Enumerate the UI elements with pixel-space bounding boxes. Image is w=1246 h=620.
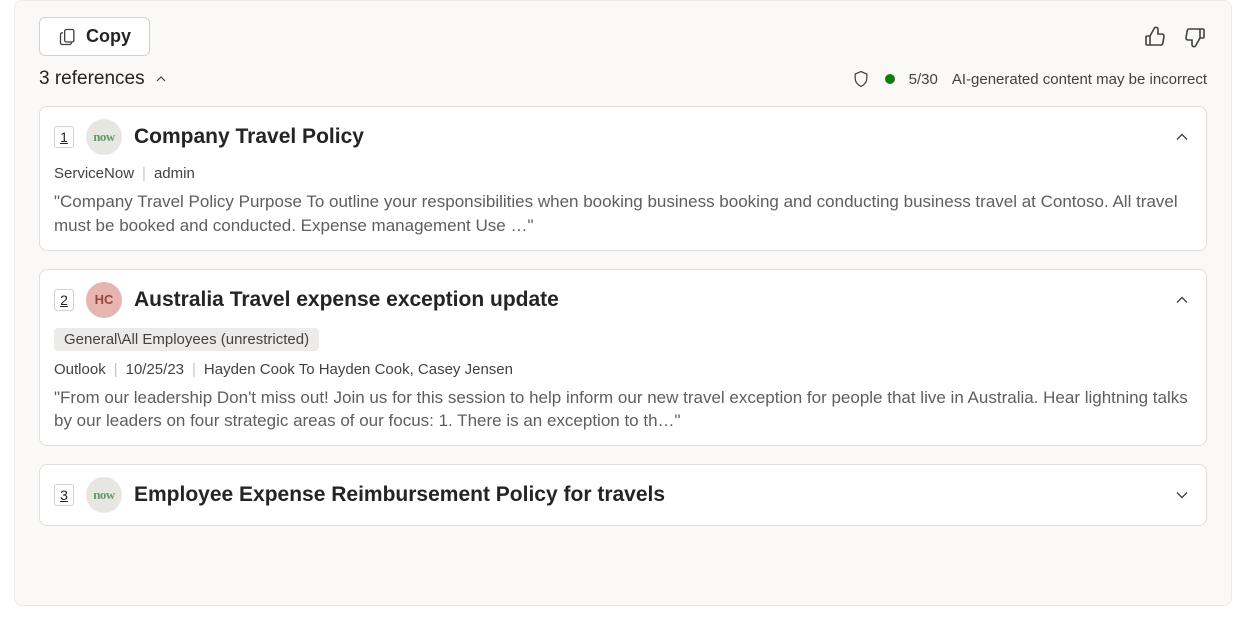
source-avatar-person: HC [86,282,122,318]
reference-tag: General\All Employees (unrestricted) [54,328,319,351]
source-avatar-now: now [86,477,122,513]
reference-card: 1 now Company Travel Policy ServiceNow |… [39,106,1207,251]
references-header-row: 3 references 5/30 AI-generated content m… [39,68,1207,90]
status-bar: 5/30 AI-generated content may be incorre… [851,69,1207,89]
reference-title: Australia Travel expense exception updat… [134,288,559,312]
copy-icon [58,27,78,47]
feedback-controls [1143,25,1207,49]
references-toggle[interactable]: 3 references [39,68,169,90]
disclaimer-text: AI-generated content may be incorrect [952,71,1207,88]
reference-card: 2 HC Australia Travel expense exception … [39,269,1207,447]
chevron-up-icon[interactable] [1172,127,1192,147]
shield-icon [851,69,871,89]
reference-meta: Outlook | 10/25/23 | Hayden Cook To Hayd… [54,361,1192,378]
reference-card: 3 now Employee Expense Reimbursement Pol… [39,464,1207,526]
references-count-label: 3 references [39,68,145,90]
reference-author-line: Hayden Cook To Hayden Cook, Casey Jensen [204,361,513,378]
reference-author: admin [154,165,195,182]
reference-number: 3 [54,484,74,506]
chevron-down-icon[interactable] [1172,485,1192,505]
reference-title: Company Travel Policy [134,125,364,149]
reference-source: Outlook [54,361,106,378]
top-row: Copy [39,17,1207,56]
references-panel: Copy 3 references 5/30 AI-generated cont… [14,0,1232,606]
reference-header[interactable]: 1 now Company Travel Policy [54,119,1192,155]
thumbs-up-icon[interactable] [1143,25,1167,49]
reference-excerpt: "Company Travel Policy Purpose To outlin… [54,190,1192,238]
reference-title: Employee Expense Reimbursement Policy fo… [134,483,665,507]
reference-excerpt: "From our leadership Don't miss out! Joi… [54,386,1192,434]
source-avatar-now: now [86,119,122,155]
chevron-up-icon [153,71,169,87]
reference-date: 10/25/23 [126,361,184,378]
copy-label: Copy [86,26,131,47]
status-dot-icon [885,74,895,84]
reference-number: 2 [54,289,74,311]
reference-number: 1 [54,126,74,148]
reference-header[interactable]: 2 HC Australia Travel expense exception … [54,282,1192,318]
chevron-up-icon[interactable] [1172,290,1192,310]
thumbs-down-icon[interactable] [1183,25,1207,49]
reference-header[interactable]: 3 now Employee Expense Reimbursement Pol… [54,477,1192,513]
reference-source: ServiceNow [54,165,134,182]
reference-meta: ServiceNow | admin [54,165,1192,182]
usage-count: 5/30 [909,71,938,88]
copy-button[interactable]: Copy [39,17,150,56]
